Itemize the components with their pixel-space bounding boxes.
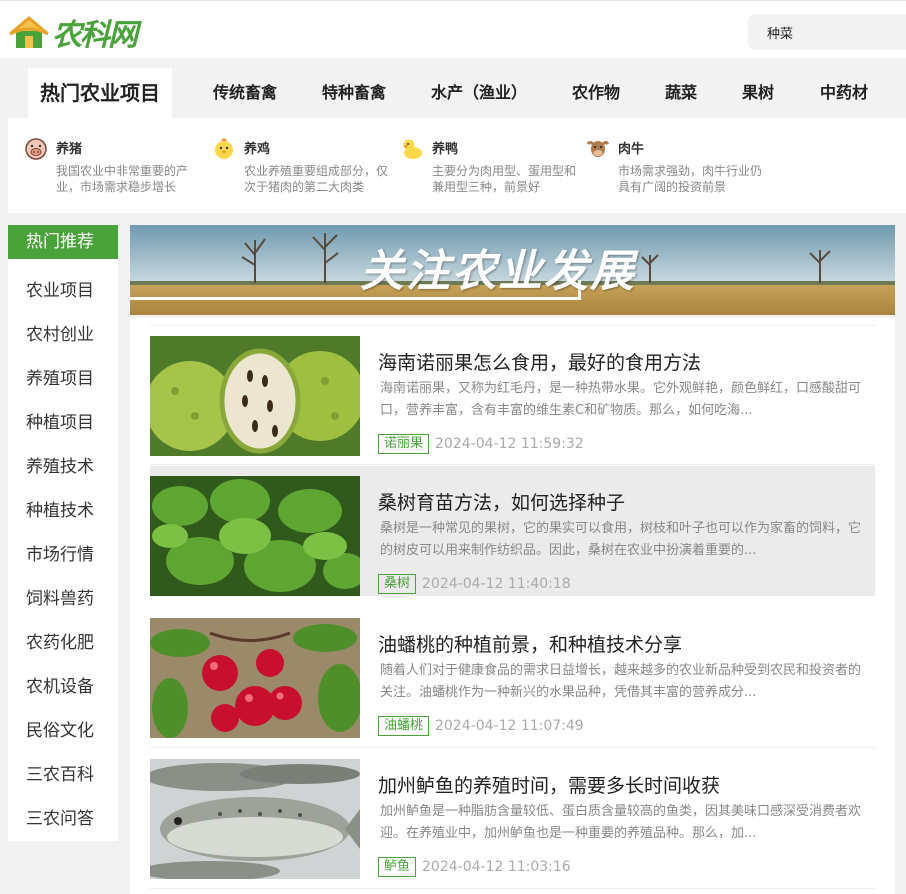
banner[interactable]: 关注农业发展 (130, 225, 895, 315)
sidebar-item-hot[interactable]: 热门推荐 (8, 225, 118, 259)
pig-icon (25, 138, 47, 160)
sidebar-item-breeding-tech[interactable]: 养殖技术 (8, 445, 118, 489)
article-tag[interactable]: 桑树 (378, 574, 417, 594)
article-summary: 海南诺丽果，又称为红毛丹，是一种热带水果。它外观鲜艳，颜色鲜红，口感酸甜可口，营… (380, 381, 862, 418)
chick-icon (215, 138, 233, 159)
list-divider (150, 747, 875, 748)
sidebar-item-agri-projects[interactable]: 农业项目 (8, 269, 118, 313)
search-box[interactable] (748, 14, 906, 50)
article-tag[interactable]: 鲈鱼 (378, 857, 417, 877)
article-date: 2024-04-12 11:07:49 (435, 718, 584, 734)
article-meta: 鲈鱼 2024-04-12 11:03:16 (378, 857, 571, 877)
sidebar-item-feed-vet[interactable]: 饲料兽药 (8, 577, 118, 621)
subcat-title: 养猪 (56, 142, 83, 157)
sidebar-item-planting-projects[interactable]: 种植项目 (8, 401, 118, 445)
noni-fruit-image (150, 336, 360, 456)
article-item[interactable]: 桑树育苗方法，如何选择种子 桑树是一种常见的果树，它的果实可以食用，树枝和叶子也… (150, 466, 875, 596)
list-divider (150, 464, 875, 465)
sidebar-item-rural-business[interactable]: 农村创业 (8, 313, 118, 357)
article-thumbnail[interactable] (150, 759, 360, 879)
tab-traditional-livestock[interactable]: 传统畜禽 (213, 68, 277, 118)
tab-special-livestock[interactable]: 特种畜禽 (322, 68, 386, 118)
tab-herbs[interactable]: 中药材 (820, 68, 868, 118)
house-logo-icon (9, 16, 49, 48)
article-tag[interactable]: 诺丽果 (378, 434, 430, 454)
article-summary: 随着人们对于健康食品的需求日益增长，越来越多的农业新品种受到农民和投资者的关注。… (380, 663, 862, 700)
article-date: 2024-04-12 11:03:16 (422, 859, 571, 875)
duck-icon (403, 139, 422, 159)
sidebar-item-machinery[interactable]: 农机设备 (8, 665, 118, 709)
site-logo[interactable]: 农科网 (8, 11, 138, 53)
search-input[interactable] (748, 14, 888, 50)
article-item[interactable]: 海南诺丽果怎么食用，最好的食用方法 海南诺丽果，又称为红毛丹，是一种热带水果。它… (150, 326, 875, 456)
site-header: 农科网 (0, 0, 906, 58)
subcat-desc: 市场需求强劲，肉牛行业仍具有广阔的投资前景 (618, 164, 763, 194)
article-meta: 诺丽果 2024-04-12 11:59:32 (378, 434, 584, 454)
subcat-desc: 农业养殖重要组成部分，仅次于猪肉的第二大肉类 (244, 164, 389, 194)
article-thumbnail[interactable] (150, 618, 360, 738)
article-title[interactable]: 加州鲈鱼的养殖时间，需要多长时间收获 (378, 771, 720, 798)
tab-vegetables[interactable]: 蔬菜 (665, 68, 697, 118)
category-nav: 热门农业项目 传统畜禽 特种畜禽 水产（渔业） 农作物 蔬菜 果树 中药材 (8, 68, 906, 118)
tab-aquaculture[interactable]: 水产（渔业） (431, 68, 527, 118)
article-title[interactable]: 桑树育苗方法，如何选择种子 (378, 488, 625, 515)
banner-title: 关注农业发展 (360, 246, 636, 297)
article-meta: 油蟠桃 2024-04-12 11:07:49 (378, 716, 584, 736)
article-summary: 加州鲈鱼是一种脂肪含量较低、蛋白质含量较高的鱼类，因其美味口感深受消费者欢迎。在… (380, 804, 862, 841)
article-title[interactable]: 海南诺丽果怎么食用，最好的食用方法 (378, 348, 701, 375)
subcat-desc: 主要分为肉用型、蛋用型和兼用型三种，前景好 (432, 164, 577, 194)
sidebar-item-encyclopedia[interactable]: 三农百科 (8, 753, 118, 797)
tab-crops[interactable]: 农作物 (572, 68, 620, 118)
article-thumbnail[interactable] (150, 336, 360, 456)
article-summary: 桑树是一种常见的果树，它的果实可以食用，树枝和叶子也可以作为家畜的饲料，它的树皮… (380, 521, 862, 558)
article-tag[interactable]: 油蟠桃 (378, 716, 430, 736)
sidebar-nav: 热门推荐 农业项目 农村创业 养殖项目 种植项目 养殖技术 种植技术 市场行情 … (8, 225, 118, 841)
article-item[interactable]: 油蟠桃的种植前景，和种植技术分享 随着人们对于健康食品的需求日益增长，越来越多的… (150, 608, 875, 738)
red-cherries-image (150, 618, 360, 738)
tab-hot-projects[interactable]: 热门农业项目 (28, 68, 172, 118)
subcategory-panel: 养猪 我国农业中非常重要的产业，市场需求稳步增长 养鸡 农业养殖重要组成部分，仅… (8, 118, 906, 213)
article-thumbnail[interactable] (150, 476, 360, 596)
sidebar-item-planting-tech[interactable]: 种植技术 (8, 489, 118, 533)
mulberry-leaves-image (150, 476, 360, 596)
article-item[interactable]: 加州鲈鱼的养殖时间，需要多长时间收获 加州鲈鱼是一种脂肪含量较低、蛋白质含量较高… (150, 749, 875, 879)
list-divider (150, 888, 875, 889)
sidebar-item-qa[interactable]: 三农问答 (8, 797, 118, 841)
subcat-title: 养鸭 (432, 142, 459, 157)
article-date: 2024-04-12 11:40:18 (422, 576, 571, 592)
cow-icon (586, 141, 610, 157)
subcat-desc: 我国农业中非常重要的产业，市场需求稳步增长 (56, 164, 189, 194)
article-meta: 桑树 2024-04-12 11:40:18 (378, 574, 571, 594)
bass-fish-image (150, 759, 360, 879)
article-date: 2024-04-12 11:59:32 (435, 436, 584, 452)
logo-text: 农科网 (52, 18, 138, 53)
sidebar-item-folk-culture[interactable]: 民俗文化 (8, 709, 118, 753)
sidebar-item-market[interactable]: 市场行情 (8, 533, 118, 577)
article-list: 海南诺丽果怎么食用，最好的食用方法 海南诺丽果，又称为红毛丹，是一种热带水果。它… (130, 318, 895, 894)
article-title[interactable]: 油蟠桃的种植前景，和种植技术分享 (378, 630, 682, 657)
subcat-title: 肉牛 (618, 142, 645, 157)
sidebar-item-pesticide[interactable]: 农药化肥 (8, 621, 118, 665)
subcat-title: 养鸡 (244, 142, 271, 157)
sidebar-item-breeding-projects[interactable]: 养殖项目 (8, 357, 118, 401)
tab-fruit-trees[interactable]: 果树 (742, 68, 774, 118)
